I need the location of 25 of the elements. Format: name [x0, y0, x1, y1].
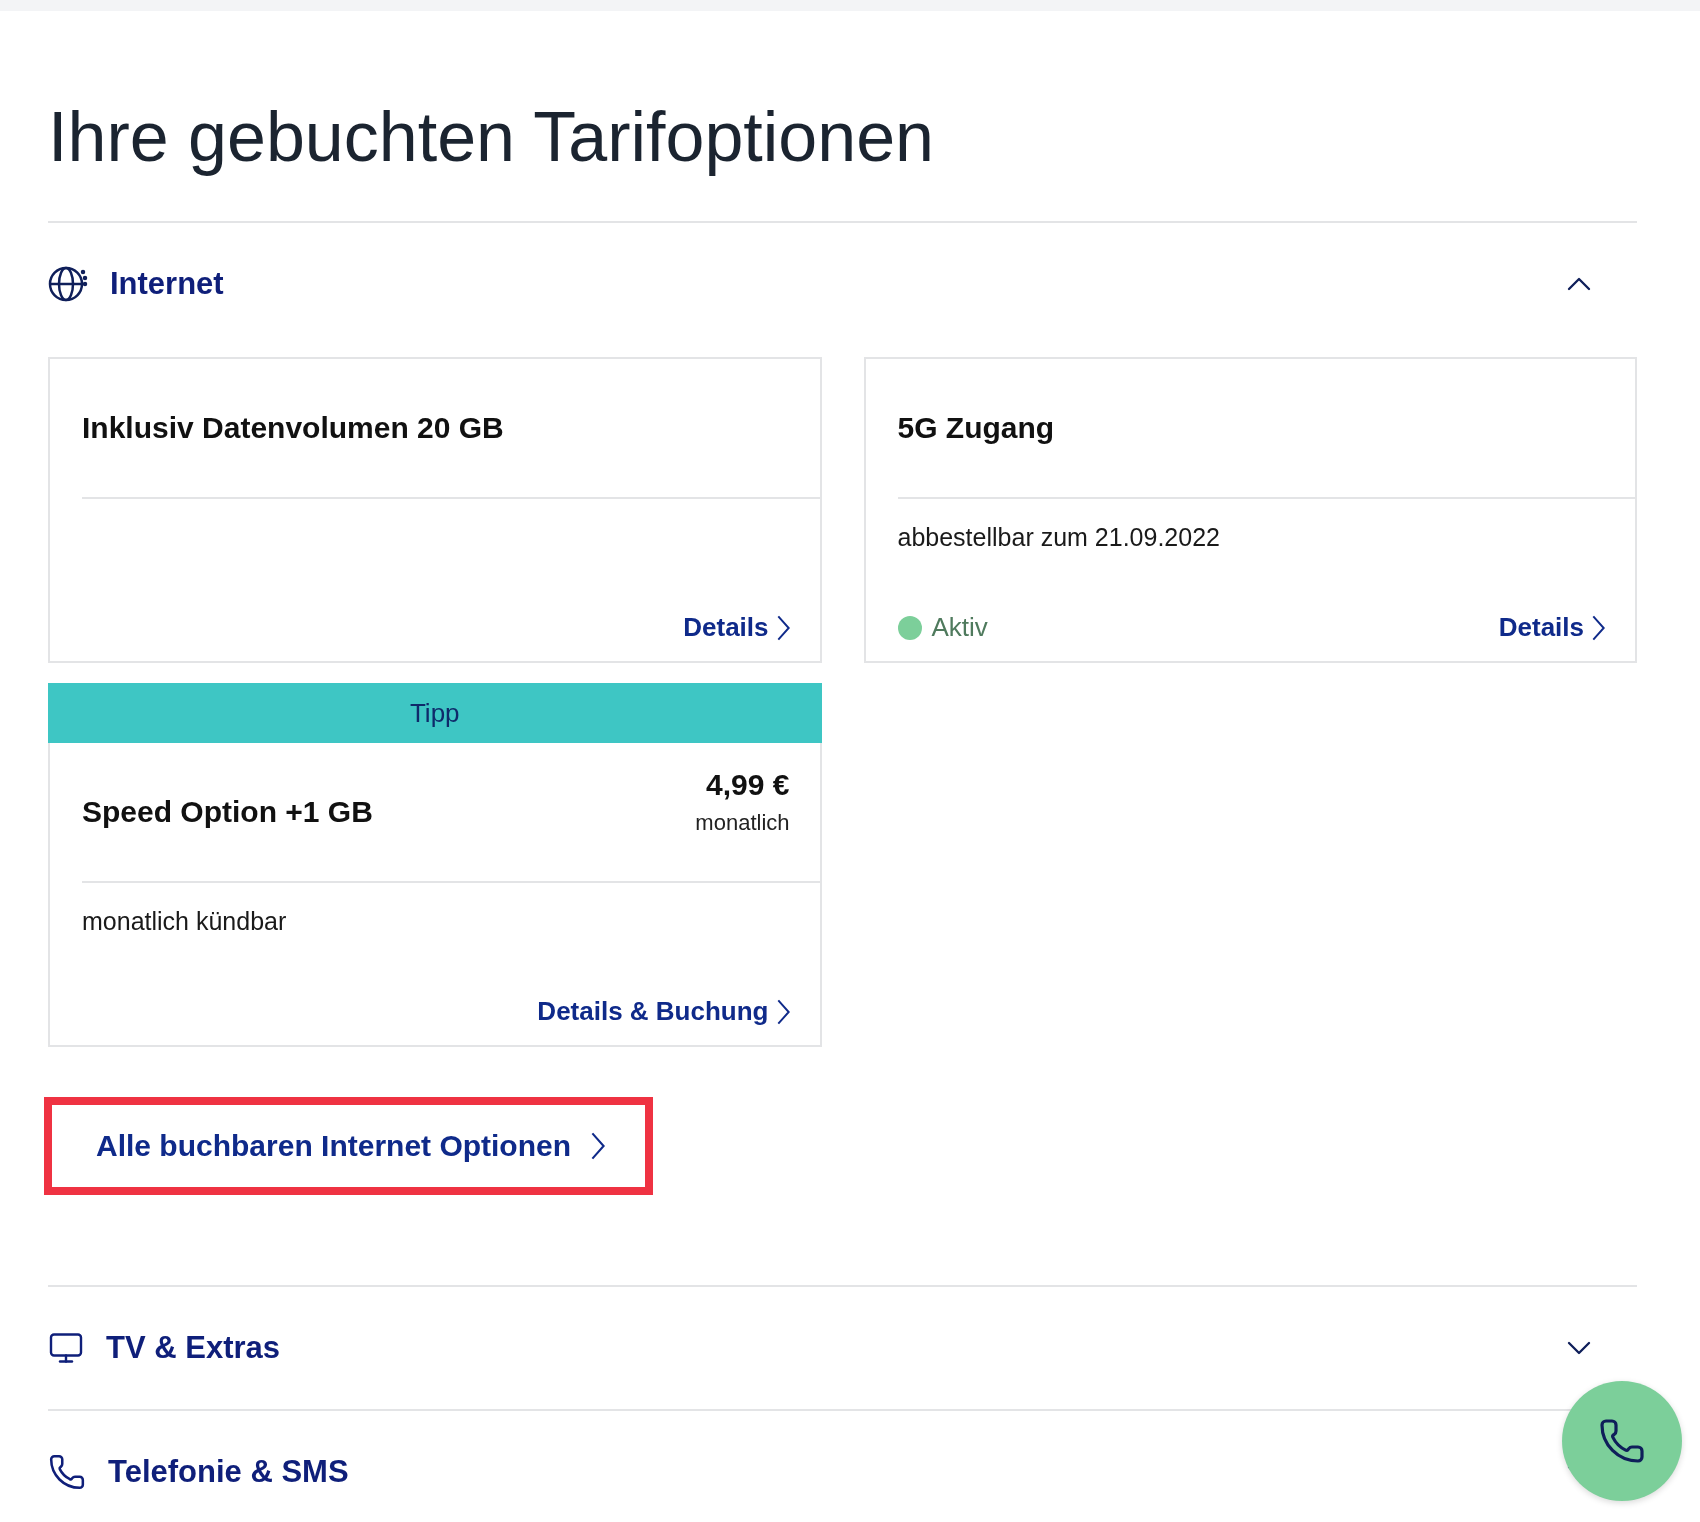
- details-link[interactable]: Details & Buchung: [537, 996, 790, 1027]
- option-price: 4,99 €: [706, 768, 790, 802]
- option-title: 5G Zugang: [897, 411, 1055, 445]
- price-period: monatlich: [695, 810, 790, 836]
- page-title: Ihre gebuchten Tarifoptionen: [48, 95, 1637, 223]
- option-title: Speed Option +1 GB: [82, 795, 373, 829]
- monitor-icon: [48, 1330, 84, 1366]
- option-title: Inklusiv Datenvolumen 20 GB: [82, 411, 504, 445]
- status-label: Aktiv: [931, 612, 988, 643]
- chevron-right-icon: [776, 614, 790, 641]
- phone-icon: [1598, 1417, 1646, 1465]
- chevron-right-icon: [776, 998, 790, 1025]
- all-options-button[interactable]: Alle buchbaren Internet Optionen: [44, 1097, 654, 1195]
- globe-icon: [48, 264, 88, 304]
- section-title[interactable]: TV & Extras: [106, 1330, 1537, 1366]
- details-link[interactable]: Details: [1498, 612, 1605, 643]
- chevron-right-icon: [1592, 614, 1605, 641]
- phone-icon: [48, 1453, 86, 1491]
- section-title[interactable]: Internet: [110, 266, 1537, 302]
- option-note: monatlich kündbar: [82, 907, 288, 936]
- tip-banner: Tipp: [48, 683, 822, 743]
- chevron-right-icon: [591, 1132, 606, 1160]
- option-note: abbestellbar zum 21.09.2022: [897, 523, 1221, 552]
- section-title[interactable]: Telefonie & SMS: [108, 1454, 1537, 1490]
- details-link[interactable]: Details: [683, 612, 790, 643]
